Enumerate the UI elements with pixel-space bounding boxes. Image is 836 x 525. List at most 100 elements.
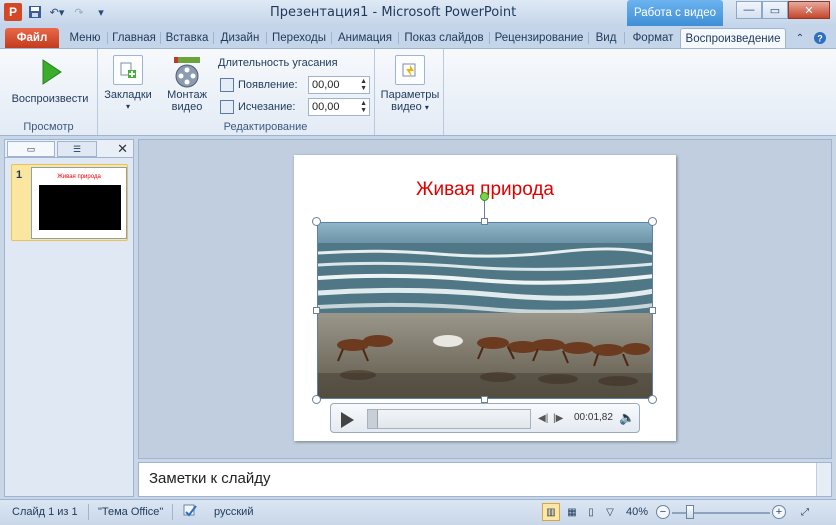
tab-review[interactable]: Рецензирование [491,28,587,48]
customize-qat-icon[interactable]: ▾ [92,3,110,21]
minimize-button[interactable]: — [736,1,762,19]
play-button[interactable]: Воспроизвести [10,57,90,105]
play-label: Воспроизвести [11,93,89,105]
tab-format[interactable]: Формат [627,28,679,48]
tab-animations[interactable]: Анимация [333,28,397,48]
resize-handle[interactable] [312,395,321,404]
normal-view-icon[interactable]: ▥ [542,503,560,521]
fade-in-spinner[interactable]: 00,00 ▲ ▼ [308,76,370,94]
video-time: 00:01,82 [574,412,613,423]
language-status[interactable]: русский [214,506,253,518]
resize-handle[interactable] [648,395,657,404]
collapse-ribbon-icon[interactable]: ⌃ [792,30,808,46]
zoom-slider-knob[interactable] [686,505,694,519]
slide-thumbnail[interactable]: 1 Живая природа [11,164,128,241]
tab-view[interactable]: Вид [590,28,622,48]
play-pause-icon[interactable] [341,412,354,428]
tab-transitions[interactable]: Переходы [268,28,330,48]
trim-label-1: Монтаж [167,89,207,101]
redo-icon[interactable]: ↷ [70,3,88,21]
tab-file[interactable]: Файл [5,28,59,48]
volume-icon[interactable]: 🔈 [619,410,635,426]
play-green-icon [42,59,62,85]
zoom-out-icon[interactable]: − [656,505,670,519]
fade-out-icon [220,100,234,114]
trim-video-button[interactable]: Монтаж видео [159,55,215,113]
slide-show-icon[interactable]: ▽ [601,503,619,521]
horses-beach-image [318,223,652,398]
svg-text:?: ? [817,34,823,44]
skip-back-icon[interactable]: ◀| [538,413,548,424]
resize-handle[interactable] [313,307,320,314]
status-bar: Слайд 1 из 1 "Тема Office" русский ▥ ▦ ▯… [0,499,836,525]
notes-placeholder: Заметки к слайду [149,470,271,487]
skip-forward-icon[interactable]: |▶ [553,413,563,424]
bookmarks-label: Закладки [104,89,152,101]
bookmarks-button[interactable]: Закладки ▾ [101,55,155,113]
video-frame[interactable] [317,222,653,399]
tab-home[interactable]: Главная [109,28,159,48]
fit-to-window-icon[interactable]: ⤢ [796,503,814,521]
add-bookmark-icon [113,55,143,85]
close-button[interactable]: ✕ [788,1,830,19]
slide-sorter-icon[interactable]: ▦ [563,503,581,521]
resize-handle[interactable] [312,217,321,226]
group-preview: Воспроизвести Просмотр [0,49,98,135]
window-title: Презентация1 - Microsoft PowerPoint [270,5,517,20]
resize-handle[interactable] [481,218,488,225]
group-preview-label: Просмотр [23,121,74,133]
tab-design[interactable]: Дизайн [215,28,265,48]
spinner-arrows-icon[interactable]: ▲ ▼ [360,100,367,114]
seek-progress [368,410,378,428]
fade-out-label: Исчезание: [238,101,296,113]
thumbnail-video [39,185,121,230]
help-icon[interactable]: ? [812,30,828,46]
notes-scrollbar[interactable] [816,463,831,496]
fade-duration-title: Длительность угасания [218,57,338,69]
resize-handle[interactable] [648,217,657,226]
title-bar: P ↶▾ ↷ ▾ Презентация1 - Microsoft PowerP… [0,0,836,26]
slide-number: 1 [16,169,23,181]
outline-tab-icon[interactable]: ☰ [57,141,97,157]
slide-canvas[interactable]: Живая природа ◀| |▶ 00:01,82 🔈 [294,155,676,441]
undo-icon[interactable]: ↶▾ [48,3,66,21]
maximize-button[interactable]: ▭ [762,1,788,19]
resize-handle[interactable] [481,396,488,403]
video-tools-context-header: Работа с видео [627,0,723,26]
reading-view-icon[interactable]: ▯ [582,503,600,521]
group-video-options: Параметры видео ▾ [376,49,444,135]
video-options-button[interactable]: Параметры видео ▾ [378,55,442,114]
fade-in-value: 00,00 [312,79,340,91]
close-panel-icon[interactable]: ✕ [117,141,128,157]
theme-status[interactable]: "Тема Office" [98,506,163,518]
notes-pane[interactable]: Заметки к слайду [138,462,832,497]
fade-out-value: 00,00 [312,101,340,113]
zoom-level[interactable]: 40% [626,506,648,518]
group-bookmarks: Закладки ▾ [99,49,157,135]
fade-out-row: Исчезание: 00,00 ▲ ▼ [220,98,370,116]
slides-tab-icon[interactable]: ▭ [7,141,55,157]
thumbnail-title: Живая природа [57,174,101,180]
fade-out-spinner[interactable]: 00,00 ▲ ▼ [308,98,370,116]
fade-in-icon [220,78,234,92]
tab-playback[interactable]: Воспроизведение [680,28,786,48]
tab-insert[interactable]: Вставка [162,28,212,48]
thumbnail-preview: Живая природа [31,167,127,239]
group-editing-label: Редактирование [223,121,308,133]
video-options-icon [395,55,425,85]
zoom-in-icon[interactable]: + [772,505,786,519]
tab-slide-show[interactable]: Показ слайдов [400,28,488,48]
video-controls: ◀| |▶ 00:01,82 🔈 [330,403,640,433]
seek-bar[interactable] [367,409,531,429]
ribbon-tabs: Файл Меню Главная Вставка Дизайн Переход… [0,26,836,48]
rotate-handle[interactable] [480,192,489,201]
spellcheck-icon[interactable] [182,503,198,522]
trim-label-2: видео [171,101,203,113]
resize-handle[interactable] [649,307,656,314]
group-editing: Монтаж видео Длительность угасания Появл… [157,49,375,135]
tab-menu[interactable]: Меню [64,28,106,48]
spinner-arrows-icon[interactable]: ▲ ▼ [360,78,367,92]
powerpoint-logo-icon[interactable]: P [4,3,22,21]
save-icon[interactable] [26,3,44,21]
fade-in-row: Появление: 00,00 ▲ ▼ [220,76,370,94]
